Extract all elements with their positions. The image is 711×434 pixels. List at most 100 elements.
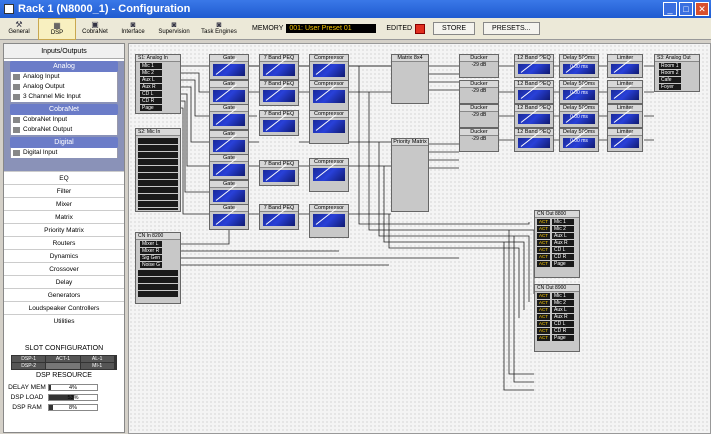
compressor-block[interactable]: Compressor [309,158,349,192]
gate-block[interactable]: Gate [209,130,249,156]
list-item[interactable]: CobraNet Output [10,125,118,135]
nav-matrix[interactable]: Matrix [4,210,124,223]
dsp-canvas[interactable]: S1: Analog In Mic 1 Mic 2 Aux L Aux R CD… [128,43,711,434]
gate-block[interactable]: Gate [209,104,249,130]
nav-generators[interactable]: Generators [4,288,124,301]
limiter-graph [611,114,639,124]
eq-graph [263,90,295,102]
peq-block[interactable]: 7 Band PEQ [259,80,299,106]
tab-cobranet[interactable]: ▣ CobraNet [76,18,114,40]
limiter-block[interactable]: Limiter [607,104,643,128]
nav-mixer[interactable]: Mixer [4,197,124,210]
delay-block[interactable]: Delay 500ms 0.00 ms [559,54,599,78]
category-digital[interactable]: Digital [10,137,118,148]
peq-block[interactable]: 7 Band PEQ [259,160,299,186]
block-title: S1: Analog In [136,55,180,62]
peq12-block[interactable]: 12 Band PEQ [514,128,554,152]
supervision-icon: ◙ [171,19,177,29]
delay-block[interactable]: Delay 500ms 0.00 ms [559,128,599,152]
analog-out-block[interactable]: S3: Analog Out Room 1 Room 2 Cafe Foyer [654,54,700,92]
peq-block[interactable]: 7 Band PEQ [259,54,299,80]
compressor-block[interactable]: Compressor [309,204,349,238]
peq12-block[interactable]: 12 Band PEQ [514,54,554,78]
channel-name: Mic 2 [140,69,162,76]
slot-cell[interactable]: AL-1 [80,356,114,362]
limiter-graph [611,90,639,100]
block-title: CN Out 8900 [535,285,579,292]
matrix-block[interactable]: Matrix 8x4 [391,54,429,104]
tab-interface[interactable]: ◙ Interface [114,18,152,40]
store-button[interactable]: STORE [433,22,476,35]
nav-crossover[interactable]: Crossover [4,262,124,275]
compressor-block[interactable]: Compressor [309,80,349,114]
nav-routers[interactable]: Routers [4,236,124,249]
presets-button[interactable]: PRESETS... [483,22,540,35]
gate-block[interactable]: Gate [209,80,249,106]
cobranet-out-block[interactable]: CN Out 8800 ACT Mic 1 ACT Mic 2 ACT Aux L A… [534,210,580,278]
slot-cell[interactable]: ACT-1 [46,356,80,362]
tab-supervision[interactable]: ◙ Supervision [152,18,196,40]
nav-priority-matrix[interactable]: Priority Matrix [4,223,124,236]
channel-name: Mixer R [140,247,162,254]
block-title: 7 Band PEQ [260,161,298,168]
limiter-block[interactable]: Limiter [607,128,643,152]
ducker-block[interactable]: Ducker -29 dB [459,80,499,104]
mic-in-block[interactable]: S2: Mic In [135,128,181,212]
gate-block[interactable]: Gate [209,180,249,206]
tab-task-engines[interactable]: ◙ Task Engines [196,18,242,40]
gate-graph [213,190,245,202]
list-item[interactable]: Analog Input [10,72,118,82]
peq12-block[interactable]: 12 Band PEQ [514,104,554,128]
resource-row: DSP RAM 8% [6,402,125,412]
slot-cell[interactable]: DSP-1 [12,356,46,362]
delay-block[interactable]: Delay 500ms 0.00 ms [559,80,599,104]
ducker-block[interactable]: Ducker -29 dB [459,128,499,152]
slot-cell[interactable]: DSP-2 [12,363,46,369]
category-cobranet[interactable]: CobraNet [10,104,118,115]
gate-block[interactable]: Gate [209,54,249,80]
cobranet-out-block[interactable]: CN Out 8900 ACT Mic 1 ACT Mic 2 ACT Aux L A… [534,284,580,352]
tab-label: Supervision [158,28,190,35]
ducker-block[interactable]: Ducker -29 dB [459,54,499,78]
delay-block[interactable]: Delay 500ms 0.00 ms [559,104,599,128]
nav-filter[interactable]: Filter [4,184,124,197]
cobranet-in-block[interactable]: CN In 8200 Mixer L Mixer R Sig Gen Noise… [135,232,181,304]
slot-cell[interactable] [46,363,80,369]
compressor-block[interactable]: Compressor [309,110,349,144]
minimize-button[interactable]: _ [663,2,677,16]
peq12-block[interactable]: 12 Band PEQ [514,80,554,104]
eq-graph [518,90,550,100]
list-item[interactable]: 3 Channel Mic Input [10,92,118,102]
limiter-block[interactable]: Limiter [607,54,643,78]
list-item[interactable]: CobraNet Input [10,115,118,125]
memory-select[interactable]: 001: User Preset 01 [286,24,377,33]
nav-delay[interactable]: Delay [4,275,124,288]
slot-cell[interactable]: MI-1 [80,363,114,369]
nav-utilities[interactable]: Utilities [4,314,124,327]
nav-eq[interactable]: EQ [4,171,124,184]
inputs-outputs-header[interactable]: Inputs/Outputs [4,44,124,59]
list-item[interactable]: Analog Output [10,82,118,92]
tab-dsp[interactable]: ▦ DSP [38,17,76,40]
act-badge: ACT [537,225,550,232]
block-title: Matrix 8x4 [392,55,428,62]
gate-block[interactable]: Gate [209,154,249,180]
maximize-button[interactable]: □ [679,2,693,16]
tab-general[interactable]: ⚒ General [0,18,38,40]
nav-dynamics[interactable]: Dynamics [4,249,124,262]
peq-block[interactable]: 7 Band PEQ [259,204,299,230]
gate-graph [213,90,245,102]
priority-matrix-block[interactable]: Priority Matrix [391,138,429,212]
block-title: Ducker [460,81,498,88]
close-button[interactable]: ✕ [695,2,709,16]
gate-block[interactable]: Gate [209,204,249,230]
eq-graph [263,120,295,132]
category-analog[interactable]: Analog [10,61,118,72]
ducker-block[interactable]: Ducker -29 dB [459,104,499,128]
analog-in-block[interactable]: S1: Analog In Mic 1 Mic 2 Aux L Aux R CD… [135,54,181,114]
nav-loudspeaker-controllers[interactable]: Loudspeaker Controllers [4,301,124,314]
limiter-block[interactable]: Limiter [607,80,643,104]
peq-block[interactable]: 7 Band PEQ [259,110,299,136]
block-title: CN In 8200 [136,233,180,240]
list-item[interactable]: Digital Input [10,148,118,158]
